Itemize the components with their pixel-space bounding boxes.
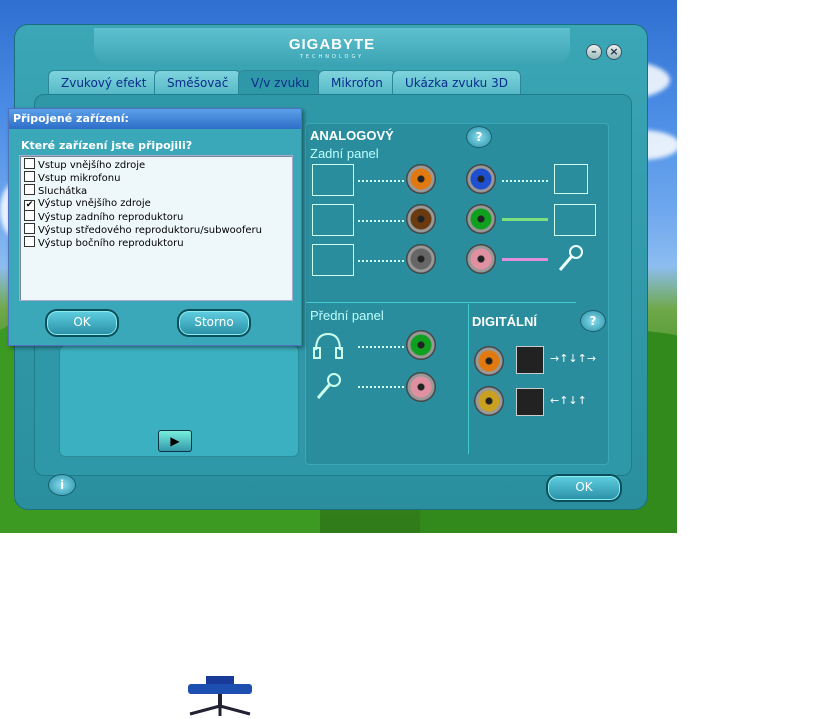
jack-spdif-in[interactable] <box>474 386 504 416</box>
optical-port-icon <box>516 388 544 416</box>
device-option-label: Sluchátka <box>38 186 88 197</box>
analog-title: ANALOGOVÝ <box>310 128 394 143</box>
device-option[interactable]: Sluchátka <box>24 184 87 197</box>
jack-blue[interactable] <box>466 164 496 194</box>
external-device-icon <box>554 164 588 194</box>
jack-green[interactable] <box>466 204 496 234</box>
help-icon: ? <box>475 130 483 144</box>
info-button[interactable]: i <box>48 474 76 496</box>
speaker-pair-icon <box>312 204 354 236</box>
connector-line <box>358 220 404 223</box>
device-option-label: Výstup středového reproduktoru/subwoofer… <box>38 225 262 236</box>
jack-spdif-coax[interactable] <box>474 346 504 376</box>
device-option[interactable]: Výstup bočního reproduktoru <box>24 236 184 249</box>
play-icon: ▶ <box>170 434 180 448</box>
dialog-ok-button[interactable]: OK <box>45 309 119 337</box>
device-option-label: Výstup bočního reproduktoru <box>38 238 184 249</box>
device-option[interactable]: Výstup středového reproduktoru/subwoofer… <box>24 223 262 236</box>
device-option-label: Vstup vnějšího zdroje <box>38 160 146 171</box>
spdif-in-icon: ←↑↓↑ <box>550 394 587 407</box>
device-option-label: Vstup mikrofonu <box>38 173 121 184</box>
dialog-title: Připojené zařízení: <box>9 109 301 129</box>
minimize-button[interactable]: – <box>586 44 602 60</box>
chair-icon <box>188 676 252 716</box>
dialog-question: Které zařízení jste připojili? <box>21 139 193 152</box>
connector-line-active <box>502 258 548 261</box>
connected-device-dialog: Připojené zařízení: Které zařízení jste … <box>8 108 302 346</box>
tab-mixer[interactable]: Směšovač <box>154 70 242 95</box>
device-option-label: Výstup vnějšího zdroje <box>38 198 151 209</box>
headphones-icon <box>313 332 343 359</box>
optical-port-icon <box>516 346 544 374</box>
checkbox[interactable] <box>24 210 35 221</box>
device-option-label: Výstup zadního reproduktoru <box>38 212 184 223</box>
connector-line <box>358 180 404 183</box>
speaker-preview-panel: ▶ <box>59 345 299 716</box>
tab-bar: Zvukový efekt Směšovač V/v zvuku Mikrofo… <box>48 70 598 95</box>
connector-line-active <box>502 218 548 221</box>
digital-title: DIGITÁLNÍ <box>472 314 537 329</box>
device-option[interactable]: ✔ Výstup vnějšího zdroje <box>24 197 151 211</box>
checkbox[interactable] <box>24 223 35 234</box>
tab-3d-demo[interactable]: Ukázka zvuku 3D <box>392 70 521 95</box>
speaker-pair-icon <box>312 164 354 196</box>
ok-button[interactable]: OK <box>546 474 622 502</box>
connector-line <box>358 386 404 389</box>
jack-orange[interactable] <box>406 164 436 194</box>
device-list[interactable]: Vstup vnějšího zdroje Vstup mikrofonu Sl… <box>19 155 293 301</box>
tab-audio-io[interactable]: V/v zvuku <box>238 70 323 95</box>
divider <box>306 302 576 303</box>
help-icon: ? <box>589 314 597 328</box>
divider <box>468 304 469 454</box>
device-option[interactable]: Vstup vnějšího zdroje <box>24 158 145 171</box>
dialog-cancel-button[interactable]: Storno <box>177 309 251 337</box>
brand-subtitle: TECHNOLOGY <box>299 54 365 60</box>
device-option[interactable]: Výstup zadního reproduktoru <box>24 210 183 223</box>
microphone-icon <box>316 373 341 399</box>
jack-front-pink[interactable] <box>406 372 436 402</box>
tab-microphone[interactable]: Mikrofon <box>318 70 396 95</box>
speaker-pair-icon <box>312 244 354 276</box>
jack-gray[interactable] <box>406 244 436 274</box>
close-button[interactable]: × <box>606 44 622 60</box>
microphone-icon <box>558 245 583 271</box>
jack-pink[interactable] <box>466 244 496 274</box>
connector-line <box>358 346 404 349</box>
connector-line <box>358 260 404 263</box>
checkbox[interactable] <box>24 184 35 195</box>
checkbox[interactable] <box>24 171 35 182</box>
jack-front-green[interactable] <box>406 330 436 360</box>
brand-logo: GIGABYTE <box>288 36 376 53</box>
tab-sound-effect[interactable]: Zvukový efekt <box>48 70 160 95</box>
rear-panel-label: Zadní panel <box>310 146 379 161</box>
front-panel-label: Přední panel <box>310 308 384 323</box>
analog-help-button[interactable]: ? <box>466 126 492 148</box>
checkbox[interactable] <box>24 236 35 247</box>
connector-line <box>502 180 548 183</box>
speaker-pair-icon <box>554 204 596 236</box>
spdif-out-icon: →↑↓↑→ <box>550 352 597 365</box>
connector-panel: ANALOGOVÝ ? Zadní panel Přední panel DIG… <box>305 123 609 465</box>
info-icon: i <box>59 478 65 492</box>
digital-help-button[interactable]: ? <box>580 310 606 332</box>
title-bar: GIGABYTE TECHNOLOGY <box>94 28 570 66</box>
device-option[interactable]: Vstup mikrofonu <box>24 171 120 184</box>
jack-brown[interactable] <box>406 204 436 234</box>
checkbox[interactable] <box>24 158 35 169</box>
play-button[interactable]: ▶ <box>158 430 192 452</box>
